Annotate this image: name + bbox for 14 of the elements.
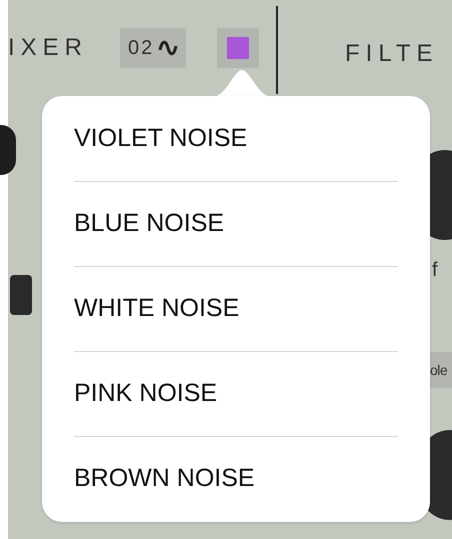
oscillator-button[interactable]: 02 bbox=[120, 28, 186, 68]
menu-item[interactable]: WHITE NOISE bbox=[74, 266, 398, 351]
slider-handle[interactable] bbox=[10, 275, 32, 315]
section-title: IXER bbox=[8, 33, 88, 63]
noise-color-button[interactable] bbox=[217, 28, 259, 68]
menu-item[interactable]: PINK NOISE bbox=[74, 351, 398, 436]
section-title: FILTE bbox=[345, 39, 439, 69]
mode-label: ole bbox=[430, 360, 448, 380]
color-swatch bbox=[227, 37, 249, 59]
menu-item[interactable]: VIOLET NOISE bbox=[74, 96, 398, 181]
sine-wave-icon bbox=[158, 38, 178, 58]
menu-item[interactable]: BLUE NOISE bbox=[74, 181, 398, 266]
menu-item[interactable]: BROWN NOISE bbox=[74, 436, 398, 521]
knob-label: f bbox=[432, 258, 438, 283]
